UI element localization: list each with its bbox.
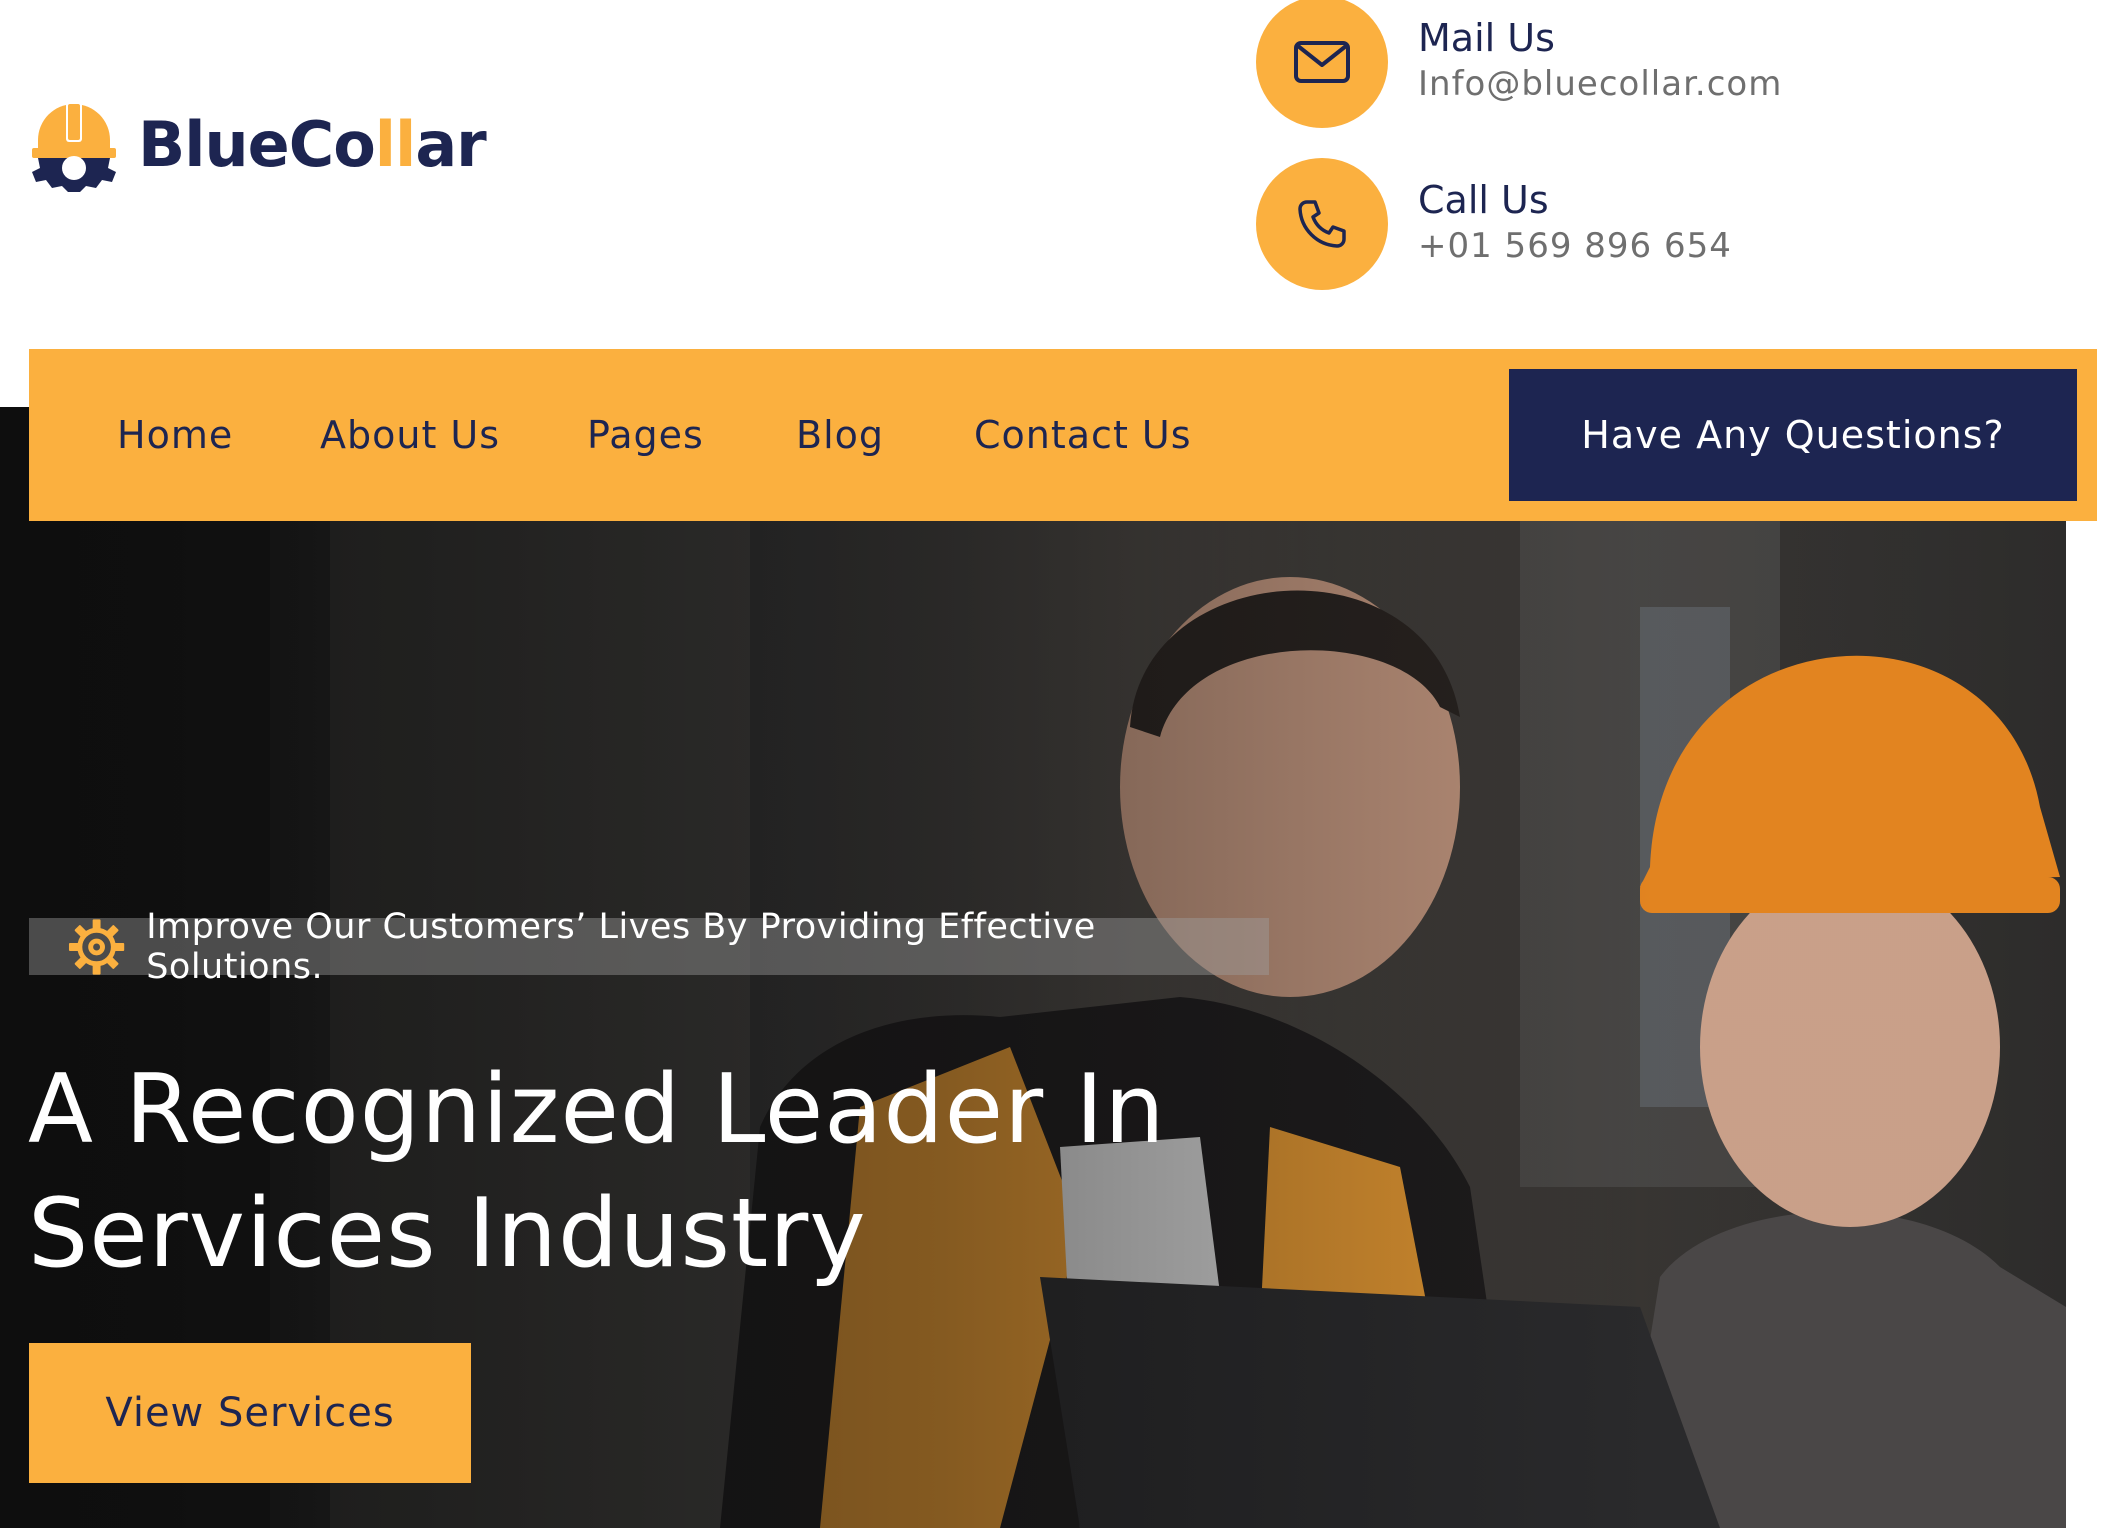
headline-line-1: A Recognized Leader In [28, 1055, 1166, 1165]
gear-icon [68, 918, 125, 975]
headline-line-2: Services Industry [28, 1179, 867, 1289]
hero-tagline: Improve Our Customers’ Lives By Providin… [29, 907, 1269, 987]
hardhat-gear-icon [32, 102, 116, 192]
nav-item-pages[interactable]: Pages [587, 349, 704, 521]
phone-number[interactable]: +01 569 896 654 [1418, 224, 1732, 270]
mail-icon [1256, 0, 1388, 128]
nav-item-blog[interactable]: Blog [796, 349, 884, 521]
mail-contact[interactable]: Mail Us Info@bluecollar.com [1256, 0, 1782, 128]
mail-address[interactable]: Info@bluecollar.com [1418, 62, 1782, 108]
brand-logo[interactable]: BlueCollar [28, 96, 487, 192]
call-contact[interactable]: Call Us +01 569 896 654 [1256, 158, 1732, 290]
nav-item-contact-us[interactable]: Contact Us [974, 349, 1192, 521]
nav-item-home[interactable]: Home [117, 349, 233, 521]
mail-title: Mail Us [1418, 16, 1555, 61]
tagline-text: Improve Our Customers’ Lives By Providin… [146, 906, 1096, 987]
have-questions-button[interactable]: Have Any Questions? [1509, 369, 2077, 501]
phone-icon [1256, 158, 1388, 290]
view-services-button[interactable]: View Services [29, 1343, 471, 1483]
hero-headline: A Recognized Leader In Services Industry [28, 1048, 1166, 1296]
call-title: Call Us [1418, 178, 1549, 223]
nav-item-about-us[interactable]: About Us [320, 349, 500, 521]
brand-name: BlueCollar [138, 107, 487, 181]
